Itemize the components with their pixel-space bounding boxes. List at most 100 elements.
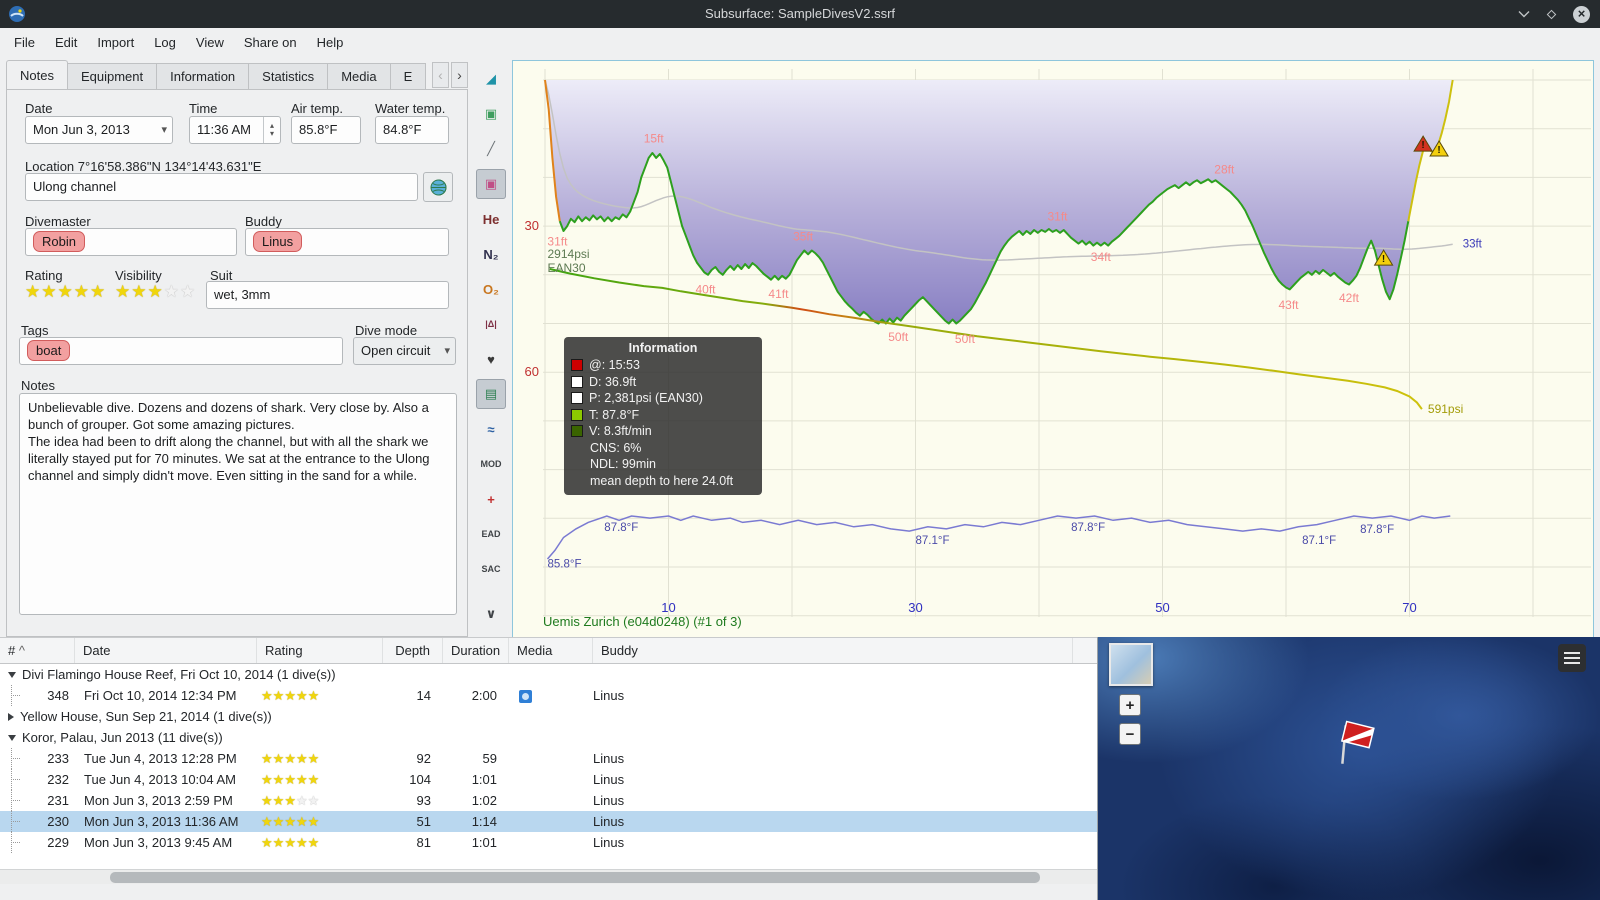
ead-icon[interactable]: EAD — [476, 519, 506, 549]
tab-equipment[interactable]: Equipment — [67, 63, 158, 90]
star-filled-icon[interactable]: ★ — [273, 835, 285, 850]
map-overview-thumbnail[interactable] — [1109, 643, 1153, 686]
star-filled-icon[interactable]: ★ — [74, 282, 90, 301]
map-menu-button[interactable] — [1558, 644, 1586, 672]
star-filled-icon[interactable]: ★ — [261, 835, 273, 850]
close-button[interactable]: × — [1573, 5, 1590, 23]
title-bar[interactable]: Subsurface: SampleDivesV2.ssrf × — [0, 0, 1600, 28]
star-filled-icon[interactable]: ★ — [41, 282, 57, 301]
collapse-arrow-icon[interactable] — [8, 734, 16, 741]
helium-graph-icon[interactable]: He — [476, 204, 506, 234]
location-map-button[interactable] — [423, 172, 453, 202]
trip-row[interactable]: Yellow House, Sun Sep 21, 2014 (1 dive(s… — [0, 706, 1097, 727]
divemaster-input[interactable]: Robin — [25, 228, 237, 256]
suit-input[interactable]: wet, 3mm — [206, 281, 449, 309]
scrollbar-handle[interactable] — [110, 872, 1040, 883]
visibility-stars[interactable]: ★★★★★ — [115, 282, 196, 302]
star-filled-icon[interactable]: ★ — [308, 835, 320, 850]
notes-textarea[interactable]: Unbelievable dive. Dozens and dozens of … — [19, 393, 457, 615]
column-header-num[interactable]: # ^ — [0, 638, 75, 663]
gas-delta-icon[interactable]: |Δ| — [476, 309, 506, 339]
location-input[interactable]: Ulong channel — [25, 173, 418, 201]
star-filled-icon[interactable]: ★ — [273, 688, 285, 703]
tab-scroll-right-button[interactable]: › — [451, 62, 468, 88]
column-header-rating[interactable]: Rating — [257, 638, 383, 663]
tab-e[interactable]: E — [390, 63, 427, 90]
tab-information[interactable]: Information — [157, 63, 250, 90]
budd-chip[interactable]: Linus — [253, 231, 303, 252]
star-filled-icon[interactable]: ★ — [308, 751, 320, 766]
nitrogen-graph-icon[interactable]: N₂ — [476, 239, 506, 269]
star-filled-icon[interactable]: ★ — [296, 814, 308, 829]
dive-row[interactable]: 231 Mon Jun 3, 2013 2:59 PM ★★★★★ 93 1:02 Lin… — [0, 790, 1097, 811]
tag-chip[interactable]: boat — [27, 340, 71, 361]
star-filled-icon[interactable]: ★ — [148, 282, 164, 301]
star-filled-icon[interactable]: ★ — [58, 282, 74, 301]
star-filled-icon[interactable]: ★ — [261, 793, 273, 808]
star-filled-icon[interactable]: ★ — [284, 814, 296, 829]
ceiling-icon[interactable]: ≈ — [476, 414, 506, 444]
star-filled-icon[interactable]: ★ — [308, 688, 320, 703]
star-filled-icon[interactable]: ★ — [115, 282, 131, 301]
dive-site-map[interactable]: + − — [1097, 637, 1600, 900]
photos-icon[interactable]: ▣ — [476, 99, 506, 129]
star-filled-icon[interactable]: ★ — [273, 751, 285, 766]
menu-share-on[interactable]: Share on — [234, 28, 307, 58]
star-filled-icon[interactable]: ★ — [261, 751, 273, 766]
menu-import[interactable]: Import — [87, 28, 144, 58]
tab-statistics[interactable]: Statistics — [249, 63, 329, 90]
dive-mode-select[interactable]: Open circuit ▾ — [353, 337, 456, 365]
star-filled-icon[interactable]: ★ — [284, 835, 296, 850]
dive-row[interactable]: 233 Tue Jun 4, 2013 12:28 PM ★★★★★ 92 59 Linu… — [0, 748, 1097, 769]
menu-help[interactable]: Help — [307, 28, 354, 58]
star-empty-icon[interactable]: ★ — [180, 282, 196, 301]
dive-row[interactable]: 229 Mon Jun 3, 2013 9:45 AM ★★★★★ 81 1:01 Lin… — [0, 832, 1097, 853]
star-filled-icon[interactable]: ★ — [131, 282, 147, 301]
date-input[interactable]: Mon Jun 3, 2013 ▾ — [25, 116, 173, 144]
expand-arrow-icon[interactable] — [8, 712, 14, 721]
star-filled-icon[interactable]: ★ — [25, 282, 41, 301]
ruler-icon[interactable]: ╱ — [476, 134, 506, 164]
menu-edit[interactable]: Edit — [45, 28, 87, 58]
tab-media[interactable]: Media — [328, 63, 391, 90]
map-zoom-in-button[interactable]: + — [1119, 694, 1141, 716]
star-filled-icon[interactable]: ★ — [261, 814, 273, 829]
star-empty-icon[interactable]: ★ — [296, 793, 308, 808]
sac-icon[interactable]: SAC — [476, 554, 506, 584]
time-input[interactable]: 11:36 AM ▴ ▾ — [189, 116, 281, 144]
star-filled-icon[interactable]: ★ — [273, 793, 285, 808]
dive-row[interactable]: 230 Mon Jun 3, 2013 11:36 AM ★★★★★ 51 1:14 Li… — [0, 811, 1097, 832]
dive-profile-chart[interactable]: 30 60 10 30 50 70 31ft 15ft 40ft 41ft 35ft 50ft 50ft… — [512, 60, 1594, 638]
star-filled-icon[interactable]: ★ — [284, 688, 296, 703]
star-filled-icon[interactable]: ★ — [296, 688, 308, 703]
menu-file[interactable]: File — [4, 28, 45, 58]
media-photo-icon[interactable] — [519, 690, 532, 704]
air-temp-input[interactable]: 85.8°F — [291, 116, 361, 144]
buddy-input[interactable]: Linus — [245, 228, 449, 256]
star-filled-icon[interactable]: ★ — [284, 793, 296, 808]
dive-flag-marker[interactable] — [1331, 720, 1377, 772]
menu-view[interactable]: View — [186, 28, 234, 58]
map-zoom-out-button[interactable]: − — [1119, 723, 1141, 745]
star-filled-icon[interactable]: ★ — [296, 835, 308, 850]
star-filled-icon[interactable]: ★ — [261, 688, 273, 703]
column-header-media[interactable]: Media — [509, 638, 593, 663]
star-filled-icon[interactable]: ★ — [273, 772, 285, 787]
maximize-button[interactable] — [1546, 9, 1557, 20]
divemaster-chip[interactable]: Robin — [33, 231, 85, 252]
heart-rate-icon[interactable]: ♥ — [476, 344, 506, 374]
minimize-button[interactable] — [1518, 10, 1530, 18]
star-filled-icon[interactable]: ★ — [308, 772, 320, 787]
star-filled-icon[interactable]: ★ — [261, 772, 273, 787]
column-header-date[interactable]: Date — [75, 638, 257, 663]
star-filled-icon[interactable]: ★ — [90, 282, 106, 301]
star-filled-icon[interactable]: ★ — [296, 751, 308, 766]
dive-row[interactable]: 232 Tue Jun 4, 2013 10:04 AM ★★★★★ 104 1:01 L… — [0, 769, 1097, 790]
menu-log[interactable]: Log — [144, 28, 186, 58]
show-photos-toggle-icon[interactable]: ▣ — [476, 169, 506, 199]
water-temp-input[interactable]: 84.8°F — [375, 116, 449, 144]
rating-stars[interactable]: ★★★★★ — [25, 282, 106, 302]
column-header-duration[interactable]: Duration — [443, 638, 509, 663]
oxygen-graph-icon[interactable]: O₂ — [476, 274, 506, 304]
star-filled-icon[interactable]: ★ — [296, 772, 308, 787]
